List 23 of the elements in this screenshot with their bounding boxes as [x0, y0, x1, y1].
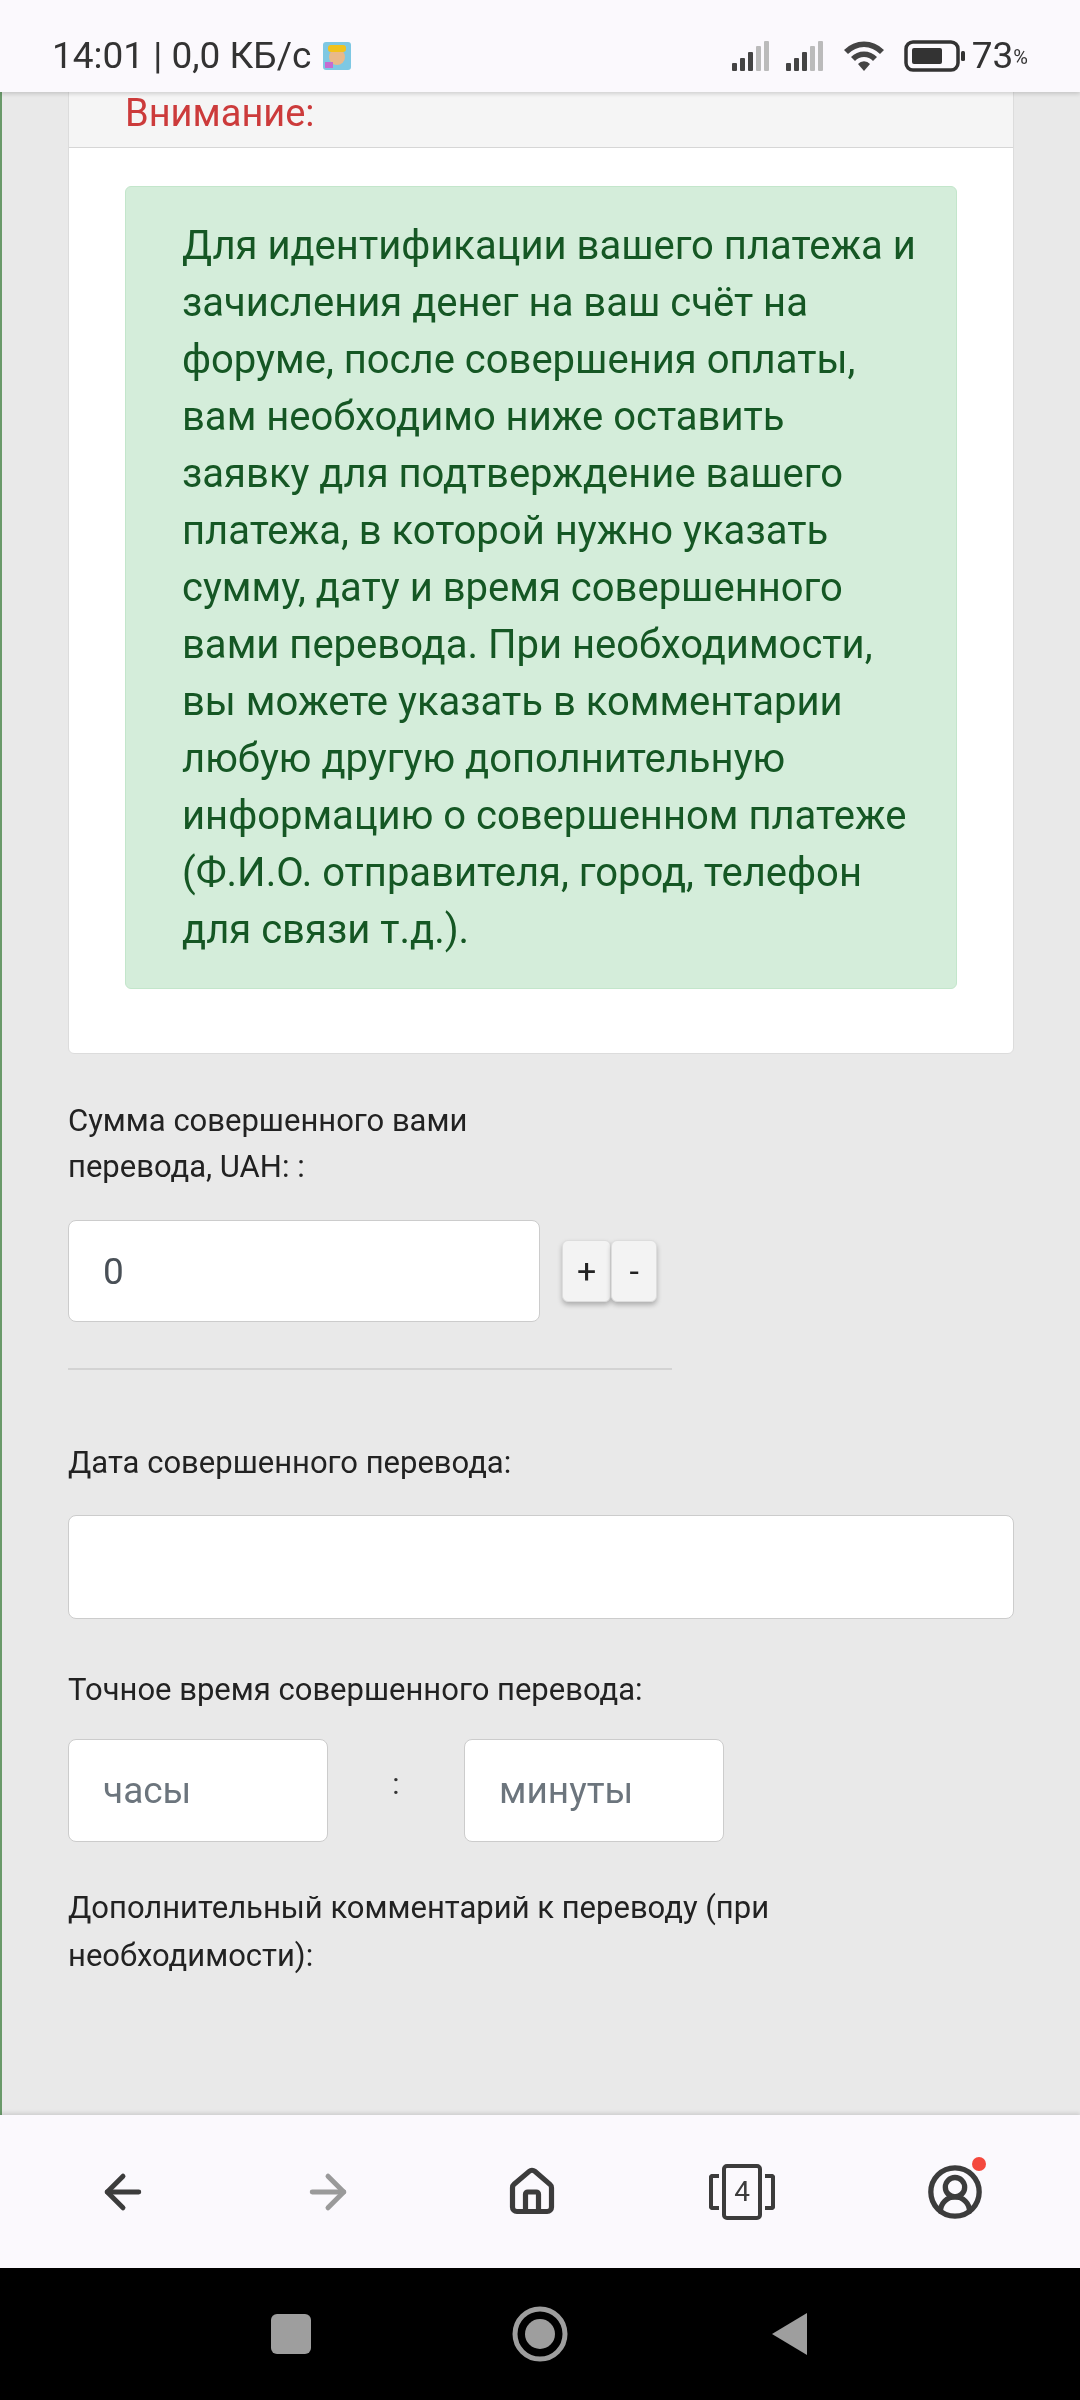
status-time: 14:01 | 0,0 КБ/с [52, 33, 312, 80]
notice-text: Для идентификации вашего платежа и зачисления денег на ваш счёт на форуме, после совершения оплаты, вам необходимо ниже оставить заявку для подтверждение вашего платежа, в которой нужно указать сумму, дату и время совершенного вами перевода. При необходимости, вы можете указать в комментарии любую другую дополнительную информацию о совершенном платеже (Ф.И.О. отправителя, город, телефон для связи т.д.). [182, 221, 916, 955]
recents-icon[interactable] [270, 2314, 311, 2354]
notice-title: Внимание: [125, 92, 315, 135]
home-nav-icon[interactable] [512, 2306, 568, 2362]
signal-icon [731, 41, 772, 71]
amount-field[interactable]: 0 [68, 1220, 540, 1322]
time-separator: : [391, 1765, 401, 1803]
date-label: Дата совершенного перевода: [68, 1443, 513, 1483]
profile-icon[interactable] [926, 2162, 985, 2221]
battery-percent: 73 [971, 33, 1014, 80]
increment-button[interactable]: + [562, 1240, 612, 1302]
comment-label: Дополнительный комментарий к переводу (при необходимости): [68, 1888, 771, 1976]
battery-icon [903, 40, 966, 72]
amount-label: Сумма совершенного вами перевода, UAH: : [68, 1101, 469, 1187]
signal-icon [785, 41, 826, 71]
date-field[interactable] [68, 1514, 1014, 1619]
time-label: Точное время совершенного перевода: [68, 1669, 644, 1710]
decrement-button[interactable]: - [611, 1240, 658, 1302]
app-notification-icon [323, 42, 352, 70]
hours-field[interactable]: часы [68, 1739, 328, 1842]
minutes-field[interactable]: минуты [464, 1739, 724, 1842]
battery-percent-sign: % [1013, 44, 1028, 71]
